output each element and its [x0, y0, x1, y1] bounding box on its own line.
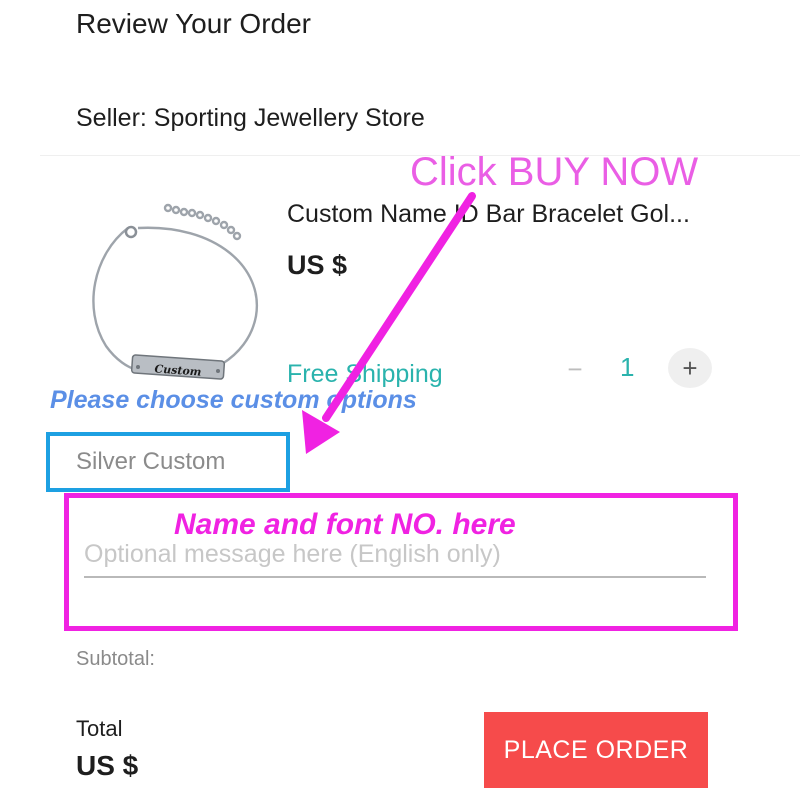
engraving-text: Custom [154, 362, 202, 378]
page-title: Review Your Order [76, 8, 312, 39]
subtotal-label: Subtotal: [76, 648, 155, 670]
quantity-increase-button[interactable]: + [668, 348, 712, 388]
place-order-button[interactable]: PLACE ORDER [484, 712, 708, 788]
product-title[interactable]: Custom Name ID Bar Bracelet Gol... [287, 200, 690, 229]
minus-icon: − [567, 353, 583, 384]
custom-options-annotation: Please choose custom options [50, 386, 417, 414]
variant-selector[interactable]: Silver Custom [46, 432, 290, 492]
product-image: Custom [92, 203, 259, 380]
product-price: US $ [287, 250, 348, 280]
quantity-value: 1 [620, 352, 635, 382]
name-font-annotation: Name and font NO. here [174, 508, 516, 541]
seller-name: Seller: Sporting Jewellery Store [76, 104, 425, 132]
total-label: Total [76, 716, 123, 741]
variant-label: Silver Custom [76, 448, 226, 475]
buy-now-annotation: Click BUY NOW [410, 150, 699, 194]
total-value: US $ [76, 750, 139, 781]
shipping-label: Free Shipping [287, 360, 443, 388]
plus-icon: + [682, 352, 698, 383]
quantity-decrease-button[interactable]: − [555, 353, 595, 385]
